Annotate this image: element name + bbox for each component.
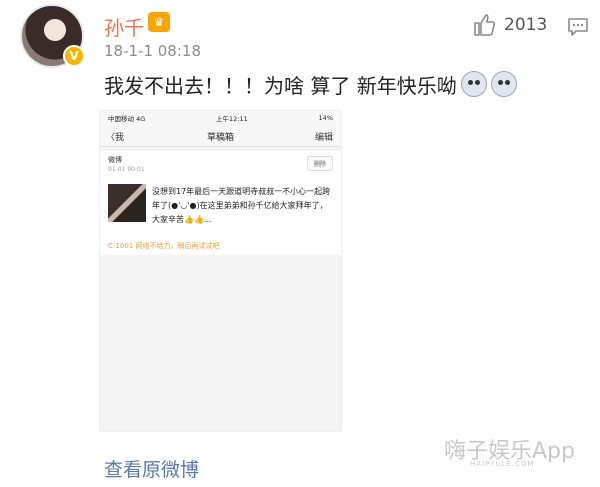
vip-badge: ♛ — [148, 12, 170, 32]
drafts-title: 草稿箱 — [206, 133, 234, 143]
carrier-label: 中国移动 4G — [108, 114, 146, 123]
post-body: 我发不出去！！！为啥 算了 新年快乐呦 — [104, 74, 457, 98]
comment-icon[interactable] — [567, 17, 589, 37]
clock-label: 上午12:11 — [216, 114, 248, 123]
husky-emoji-icon — [490, 71, 517, 97]
draft-error-text: C-1001 网络不给力，稍后再试试吧 — [108, 242, 220, 250]
draft-thumbnail — [108, 184, 146, 222]
username[interactable]: 孙千 — [104, 12, 144, 41]
draft-delete-button: 删除 — [306, 156, 333, 171]
phone-nav-bar: 〈我 草稿箱 编辑 — [100, 124, 341, 147]
phone-status-bar: 中国移动 4G 上午12:11 14% — [100, 111, 341, 124]
embedded-screenshot[interactable]: 中国移动 4G 上午12:11 14% 〈我 草稿箱 编辑 微博 01-01 0… — [100, 111, 341, 431]
edit-button: 编辑 — [314, 133, 333, 143]
like-button[interactable]: 2013 — [472, 13, 547, 37]
like-count: 2013 — [504, 15, 548, 35]
draft-card: 微博 01-01 00:01 删除 没想到17年最后一天跟道明寺叔叔一不小心一起… — [100, 151, 341, 255]
post-text: 我发不出去！！！为啥 算了 新年快乐呦 — [104, 70, 517, 99]
battery-label: 14% — [318, 113, 333, 122]
watermark-url: HAIPYULE.COM — [470, 460, 535, 468]
view-original-link[interactable]: 查看原微博 — [104, 455, 199, 482]
draft-source: 微博 — [108, 156, 122, 164]
thumbs-up-icon — [474, 14, 496, 36]
verified-badge: V — [63, 45, 85, 67]
draft-date: 01-01 00:01 — [108, 166, 145, 173]
post-time: 18-1-1 08:18 — [104, 42, 201, 60]
husky-emoji-icon — [460, 71, 487, 97]
draft-text: 没想到17年最后一天跟道明寺叔叔一不小心一起跨年了(●'◡'●)在这里弟弟和孙千… — [152, 187, 331, 224]
